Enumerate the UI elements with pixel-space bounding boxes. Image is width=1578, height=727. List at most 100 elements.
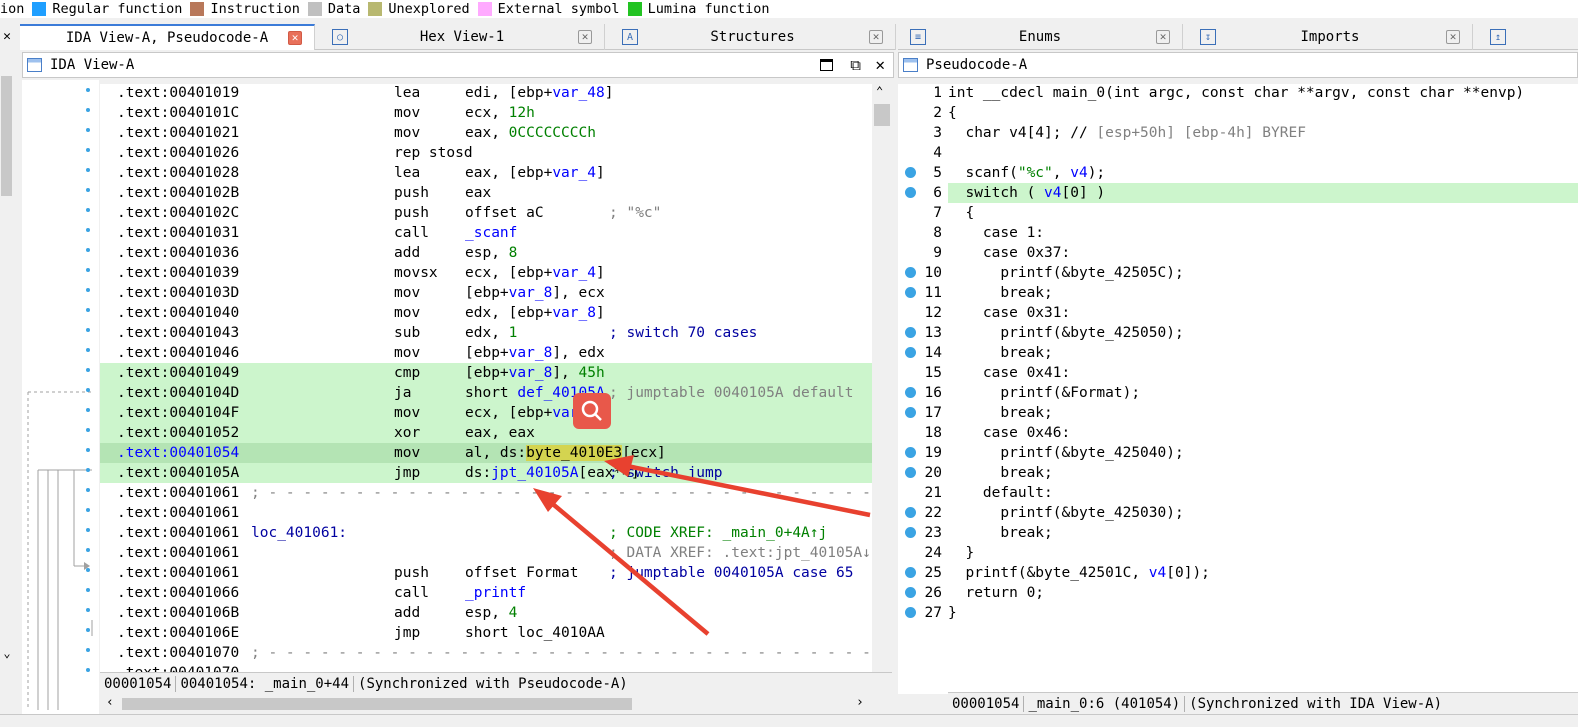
pseudocode-status-bar: 00001054 _main_0:6 (401054) (Synchronize…: [948, 692, 1578, 714]
breakpoint-marker[interactable]: [86, 548, 90, 552]
breakpoint-icon[interactable]: [905, 607, 916, 618]
breakpoint-marker[interactable]: [86, 268, 90, 272]
breakpoint-marker[interactable]: [86, 628, 90, 632]
pseudocode-line[interactable]: case 1:: [948, 223, 1578, 243]
breakpoint-marker[interactable]: [86, 648, 90, 652]
pseudocode-line[interactable]: break;: [948, 343, 1578, 363]
pseudocode-line[interactable]: switch ( v4[0] ): [948, 183, 1578, 203]
pseudocode-line[interactable]: break;: [948, 463, 1578, 483]
panel-title: Pseudocode-A: [926, 57, 1028, 73]
pseudocode-line[interactable]: break;: [948, 403, 1578, 423]
line-number: 7: [933, 205, 942, 221]
line-number: 18: [924, 425, 942, 441]
pseudocode-line[interactable]: case 0x41:: [948, 363, 1578, 383]
code-token: {: [948, 205, 975, 221]
line-number: 1: [933, 85, 942, 101]
code-token: v4: [1044, 185, 1062, 201]
pseudocode-line[interactable]: scanf("%c", v4);: [948, 163, 1578, 183]
code-token: case 0x41:: [948, 365, 1071, 381]
breakpoint-icon[interactable]: [905, 347, 916, 358]
breakpoint-marker[interactable]: [86, 668, 90, 672]
bottom-border: [0, 714, 1578, 727]
breakpoint-marker[interactable]: [86, 288, 90, 292]
code-token: }: [948, 605, 957, 621]
pseudocode-line[interactable]: case 0x31:: [948, 303, 1578, 323]
pseudocode-line[interactable]: return 0;: [948, 583, 1578, 603]
breakpoint-icon[interactable]: [905, 527, 916, 538]
breakpoint-marker[interactable]: [86, 588, 90, 592]
pseudocode-line[interactable]: default:: [948, 483, 1578, 503]
pseudocode-line[interactable]: int __cdecl main_0(int argc, const char …: [948, 84, 1578, 103]
breakpoint-marker[interactable]: [86, 228, 90, 232]
breakpoint-marker[interactable]: [86, 108, 90, 112]
breakpoint-icon[interactable]: [905, 587, 916, 598]
breakpoint-marker[interactable]: [86, 488, 90, 492]
pseudocode-line[interactable]: printf(&byte_425050);: [948, 323, 1578, 343]
pseudocode-line[interactable]: break;: [948, 523, 1578, 543]
breakpoint-icon[interactable]: [905, 167, 916, 178]
code-token: int __cdecl main_0(int argc, const char …: [948, 85, 1525, 101]
code-token: [0]);: [1166, 565, 1210, 581]
line-number: 10: [924, 265, 942, 281]
breakpoint-marker[interactable]: [86, 128, 90, 132]
breakpoint-marker[interactable]: [86, 468, 90, 472]
breakpoint-marker[interactable]: [86, 148, 90, 152]
pseudocode-code[interactable]: int __cdecl main_0(int argc, const char …: [948, 84, 1578, 694]
pseudocode-line[interactable]: break;: [948, 283, 1578, 303]
line-number: 21: [924, 485, 942, 501]
code-token: );: [1087, 165, 1106, 181]
pseudocode-line[interactable]: printf(&Format);: [948, 383, 1578, 403]
code-token: case 0x46:: [948, 425, 1071, 441]
breakpoint-marker[interactable]: [86, 448, 90, 452]
breakpoint-marker[interactable]: [86, 168, 90, 172]
code-token: break;: [948, 465, 1053, 481]
breakpoint-icon[interactable]: [905, 187, 916, 198]
breakpoint-icon[interactable]: [905, 567, 916, 578]
breakpoint-marker[interactable]: [86, 208, 90, 212]
code-token: return 0;: [948, 585, 1045, 601]
breakpoint-marker[interactable]: [86, 308, 90, 312]
pseudocode-line[interactable]: printf(&byte_42505C);: [948, 263, 1578, 283]
breakpoint-icon[interactable]: [905, 387, 916, 398]
breakpoint-icon[interactable]: [905, 327, 916, 338]
pseudocode-line[interactable]: printf(&byte_425040);: [948, 443, 1578, 463]
breakpoint-icon[interactable]: [905, 407, 916, 418]
code-token: char v4[4]; //: [948, 125, 1097, 141]
pseudocode-line[interactable]: printf(&byte_42501C, v4[0]);: [948, 563, 1578, 583]
breakpoint-marker[interactable]: [86, 388, 90, 392]
breakpoint-marker[interactable]: [86, 88, 90, 92]
pseudocode-line[interactable]: [948, 143, 1578, 163]
breakpoint-marker[interactable]: [86, 248, 90, 252]
pseudocode-line[interactable]: case 0x46:: [948, 423, 1578, 443]
pseudocode-line[interactable]: }: [948, 543, 1578, 563]
window-icon: [903, 58, 918, 72]
code-token: v4: [1148, 565, 1167, 581]
pseudocode-line[interactable]: case 0x37:: [948, 243, 1578, 263]
pseudocode-line[interactable]: {: [948, 203, 1578, 223]
code-token: break;: [948, 345, 1053, 361]
breakpoint-marker[interactable]: [86, 568, 90, 572]
pseudocode-line[interactable]: printf(&byte_425030);: [948, 503, 1578, 523]
breakpoint-icon[interactable]: [905, 467, 916, 478]
breakpoint-icon[interactable]: [905, 447, 916, 458]
line-number: 15: [924, 365, 942, 381]
breakpoint-marker[interactable]: [86, 508, 90, 512]
code-token: case 0x37:: [948, 245, 1071, 261]
breakpoint-marker[interactable]: [86, 188, 90, 192]
breakpoint-icon[interactable]: [905, 287, 916, 298]
breakpoint-marker[interactable]: [86, 348, 90, 352]
code-token: switch (: [948, 185, 1045, 201]
breakpoint-icon[interactable]: [905, 267, 916, 278]
pseudocode-line[interactable]: char v4[4]; // [esp+50h] [ebp-4h] BYREF: [948, 123, 1578, 143]
breakpoint-marker[interactable]: [86, 528, 90, 532]
breakpoint-marker[interactable]: [86, 328, 90, 332]
breakpoint-marker[interactable]: [86, 408, 90, 412]
breakpoint-marker[interactable]: [86, 428, 90, 432]
breakpoint-marker[interactable]: [86, 608, 90, 612]
breakpoint-icon[interactable]: [905, 507, 916, 518]
line-number: 19: [924, 445, 942, 461]
line-number: 27: [924, 605, 942, 621]
pseudocode-line[interactable]: }: [948, 603, 1578, 623]
breakpoint-marker[interactable]: [86, 368, 90, 372]
pseudocode-line[interactable]: {: [948, 103, 1578, 123]
